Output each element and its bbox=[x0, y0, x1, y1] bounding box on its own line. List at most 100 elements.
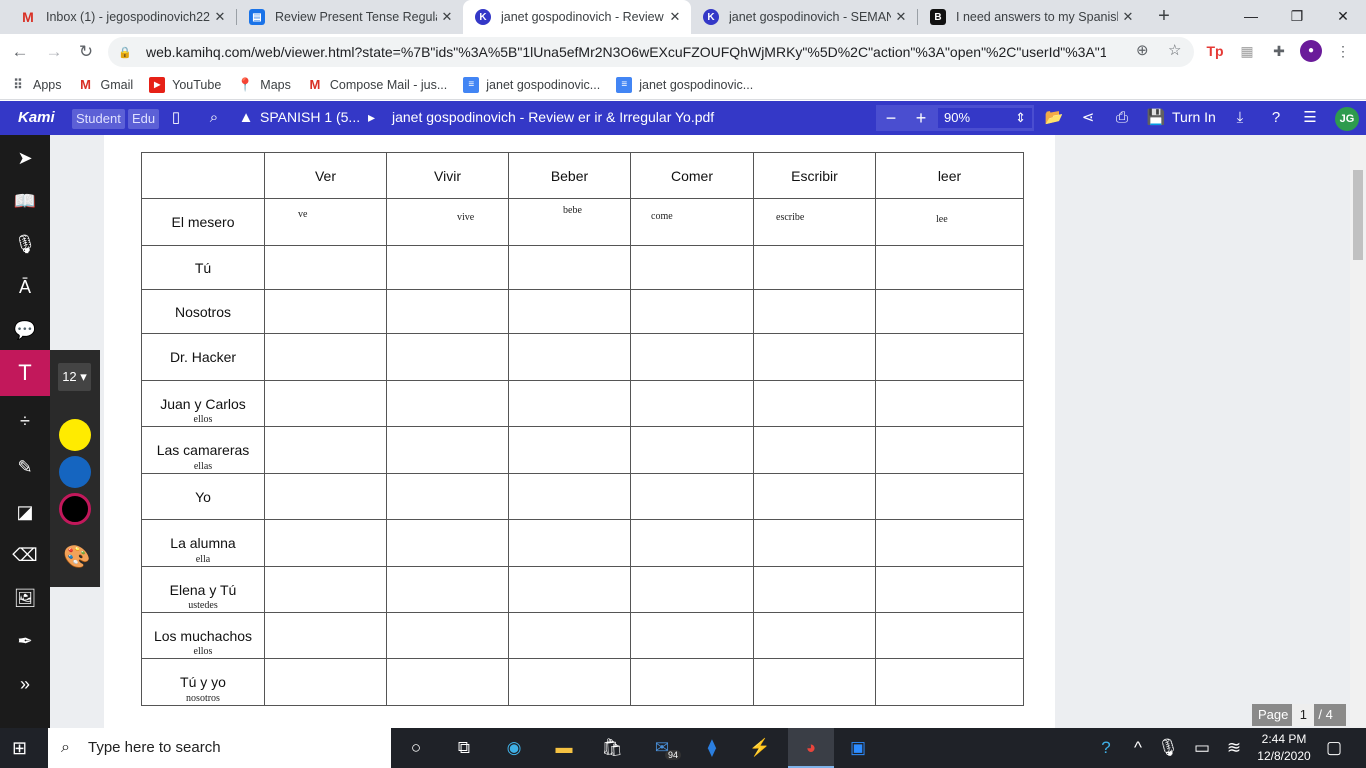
extension-tp-icon[interactable]: Tp bbox=[1204, 40, 1226, 62]
bookmark-compose-mail[interactable]: M Compose Mail - jus... bbox=[307, 77, 447, 93]
notifications-icon[interactable]: ▢ bbox=[1320, 736, 1348, 760]
answer-text[interactable]: ve bbox=[298, 209, 307, 220]
answer-cell[interactable] bbox=[875, 473, 1024, 520]
answer-cell[interactable] bbox=[630, 333, 754, 381]
font-size-select[interactable]: 12 ▾ bbox=[58, 363, 91, 391]
help-icon[interactable]: ? bbox=[1092, 736, 1120, 760]
answer-cell[interactable] bbox=[875, 658, 1024, 706]
minimize-button[interactable]: — bbox=[1228, 0, 1274, 34]
edge-icon[interactable]: ◉ bbox=[500, 736, 528, 760]
zoom-in-button[interactable]: + bbox=[906, 105, 936, 131]
answer-cell[interactable]: lee bbox=[875, 198, 1024, 246]
answer-cell[interactable] bbox=[875, 245, 1024, 290]
color-swatch-blue[interactable] bbox=[59, 456, 91, 488]
answer-cell[interactable] bbox=[875, 289, 1024, 334]
comment-tool-icon[interactable]: 💬 bbox=[0, 307, 50, 353]
user-avatar[interactable]: JG bbox=[1335, 107, 1359, 131]
bookmark-gmail[interactable]: M Gmail bbox=[78, 77, 133, 93]
answer-cell[interactable] bbox=[630, 658, 754, 706]
answer-cell[interactable] bbox=[508, 566, 631, 613]
answer-cell[interactable] bbox=[264, 289, 387, 334]
task-view-icon[interactable]: ⧉ bbox=[450, 736, 478, 760]
system-clock[interactable]: 2:44 PM 12/8/2020 bbox=[1254, 731, 1314, 765]
bookmark-docs-2[interactable]: ≡ janet gospodinovic... bbox=[616, 76, 753, 93]
answer-cell[interactable] bbox=[264, 245, 387, 290]
markup-tool-icon[interactable]: Ā bbox=[0, 264, 50, 310]
signature-tool-icon[interactable]: ✒ bbox=[0, 618, 50, 664]
drawing-tool-icon[interactable]: ✎ bbox=[0, 444, 50, 490]
answer-cell[interactable] bbox=[264, 612, 387, 659]
open-folder-icon[interactable]: 📂 bbox=[1044, 108, 1064, 128]
answer-cell[interactable] bbox=[264, 519, 387, 567]
google-drive-icon[interactable]: ▲ bbox=[236, 108, 256, 128]
answer-cell[interactable] bbox=[630, 245, 754, 290]
answer-cell[interactable] bbox=[264, 380, 387, 427]
chrome-icon[interactable]: ◕ bbox=[797, 736, 825, 760]
close-window-button[interactable]: ✕ bbox=[1320, 0, 1366, 34]
zoom-app-icon[interactable]: ▣ bbox=[844, 736, 872, 760]
answer-cell[interactable] bbox=[875, 566, 1024, 613]
answer-cell[interactable] bbox=[753, 612, 876, 659]
new-tab-button[interactable]: + bbox=[1152, 5, 1176, 29]
windows-start-icon[interactable]: ⊞ bbox=[12, 738, 27, 759]
sidebar-toggle-icon[interactable]: ▯ bbox=[166, 108, 186, 128]
answer-cell[interactable] bbox=[264, 566, 387, 613]
file-explorer-icon[interactable]: ▬ bbox=[550, 736, 578, 760]
answer-cell[interactable]: ve bbox=[264, 198, 387, 246]
extensions-puzzle-icon[interactable]: ✚ bbox=[1268, 40, 1290, 62]
answer-cell[interactable] bbox=[630, 566, 754, 613]
store-icon[interactable]: 🛍 bbox=[598, 736, 626, 760]
answer-cell[interactable] bbox=[264, 426, 387, 474]
answer-cell[interactable] bbox=[508, 473, 631, 520]
answer-cell[interactable] bbox=[753, 333, 876, 381]
answer-cell[interactable] bbox=[630, 473, 754, 520]
answer-cell[interactable] bbox=[386, 658, 509, 706]
bookmark-docs-1[interactable]: ≡ janet gospodinovic... bbox=[463, 76, 600, 93]
zoom-select[interactable]: 90% ⇕ bbox=[938, 108, 1032, 128]
chevron-up-icon[interactable]: ^ bbox=[1124, 736, 1152, 760]
text-to-speech-icon[interactable]: 🎙 bbox=[0, 221, 50, 267]
answer-cell[interactable]: come bbox=[630, 198, 754, 246]
answer-text[interactable]: vive bbox=[457, 212, 474, 223]
download-icon[interactable]: ⤓ bbox=[1230, 108, 1250, 128]
answer-cell[interactable] bbox=[386, 473, 509, 520]
answer-cell[interactable] bbox=[753, 380, 876, 427]
answer-cell[interactable] bbox=[264, 658, 387, 706]
answer-cell[interactable] bbox=[508, 426, 631, 474]
answer-cell[interactable]: escribe bbox=[753, 198, 876, 246]
back-button[interactable]: ← bbox=[8, 40, 32, 64]
select-tool-icon[interactable]: ➤ bbox=[0, 135, 50, 181]
install-icon[interactable]: ⊕ bbox=[1136, 41, 1149, 59]
answer-cell[interactable] bbox=[508, 289, 631, 334]
answer-text[interactable]: bebe bbox=[563, 205, 582, 216]
palette-icon[interactable]: 🎨 bbox=[63, 544, 90, 570]
color-swatch-black[interactable] bbox=[59, 493, 91, 525]
save-icon[interactable]: 💾 bbox=[1146, 108, 1166, 128]
color-swatch-yellow[interactable] bbox=[59, 419, 91, 451]
shapes-tool-icon[interactable]: ◪ bbox=[0, 489, 50, 535]
answer-cell[interactable] bbox=[630, 289, 754, 334]
answer-cell[interactable]: vive bbox=[386, 198, 509, 246]
search-icon[interactable]: ⌕ bbox=[204, 108, 224, 128]
wifi-icon[interactable]: ≋ bbox=[1220, 736, 1248, 760]
expand-icon[interactable]: » bbox=[0, 661, 50, 707]
address-bar[interactable]: 🔒 web.kamihq.com/web/viewer.html?state=%… bbox=[108, 37, 1194, 67]
answer-cell[interactable] bbox=[753, 245, 876, 290]
dictionary-tool-icon[interactable]: 📖 bbox=[0, 178, 50, 224]
answer-cell[interactable] bbox=[508, 380, 631, 427]
answer-cell[interactable] bbox=[508, 612, 631, 659]
menu-icon[interactable]: ☰ bbox=[1300, 108, 1320, 128]
tab-kami-semana[interactable]: K janet gospodinovich - SEMANA ✕ bbox=[691, 0, 917, 34]
answer-cell[interactable] bbox=[386, 426, 509, 474]
answer-cell[interactable] bbox=[386, 380, 509, 427]
extension-icon[interactable]: ▦ bbox=[1236, 40, 1258, 62]
answer-cell[interactable] bbox=[753, 473, 876, 520]
answer-cell[interactable] bbox=[630, 519, 754, 567]
answer-cell[interactable] bbox=[875, 519, 1024, 567]
answer-cell[interactable] bbox=[386, 519, 509, 567]
text-tool-icon[interactable]: T bbox=[0, 350, 50, 396]
answer-cell[interactable] bbox=[508, 245, 631, 290]
cortana-icon[interactable]: ○ bbox=[402, 736, 430, 760]
bookmark-maps[interactable]: 📍 Maps bbox=[237, 77, 291, 93]
share-icon[interactable]: ⋖ bbox=[1078, 108, 1098, 128]
